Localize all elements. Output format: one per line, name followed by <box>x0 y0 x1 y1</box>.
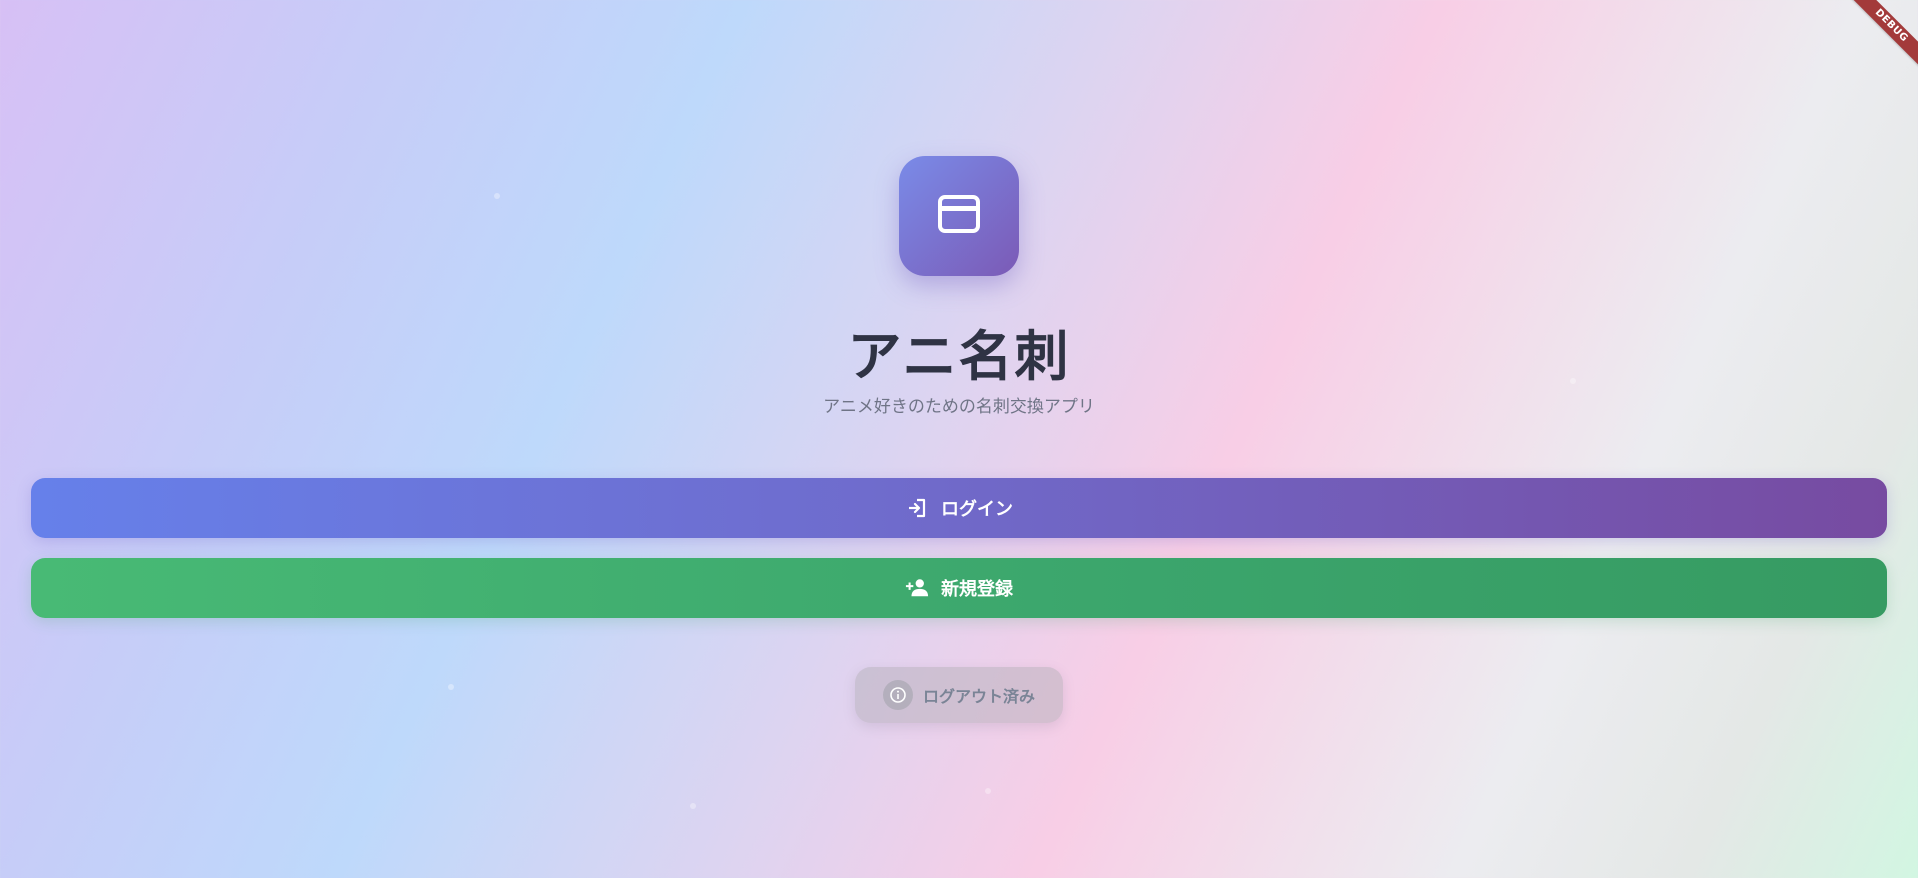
decorative-dot <box>690 803 696 809</box>
logout-status-badge: ログアウト済み <box>855 667 1063 723</box>
logout-status-label: ログアウト済み <box>922 687 1035 706</box>
person-add-icon <box>905 576 929 600</box>
app-subtitle: アニメ好きのための名刺交換アプリ <box>823 397 1095 417</box>
login-button[interactable]: ログイン <box>31 478 1887 538</box>
register-button[interactable]: 新規登録 <box>31 558 1887 618</box>
login-button-label: ログイン <box>941 499 1013 520</box>
decorative-dot <box>494 193 500 199</box>
login-icon <box>905 496 929 520</box>
debug-banner: DEBUG <box>1839 0 1918 78</box>
info-icon <box>882 680 913 710</box>
credit-card-icon <box>938 195 980 237</box>
app-title: アニ名刺 <box>847 325 1071 388</box>
decorative-dot <box>448 684 454 690</box>
decorative-dot <box>985 788 991 794</box>
app-logo <box>899 156 1019 276</box>
register-button-label: 新規登録 <box>941 579 1013 600</box>
